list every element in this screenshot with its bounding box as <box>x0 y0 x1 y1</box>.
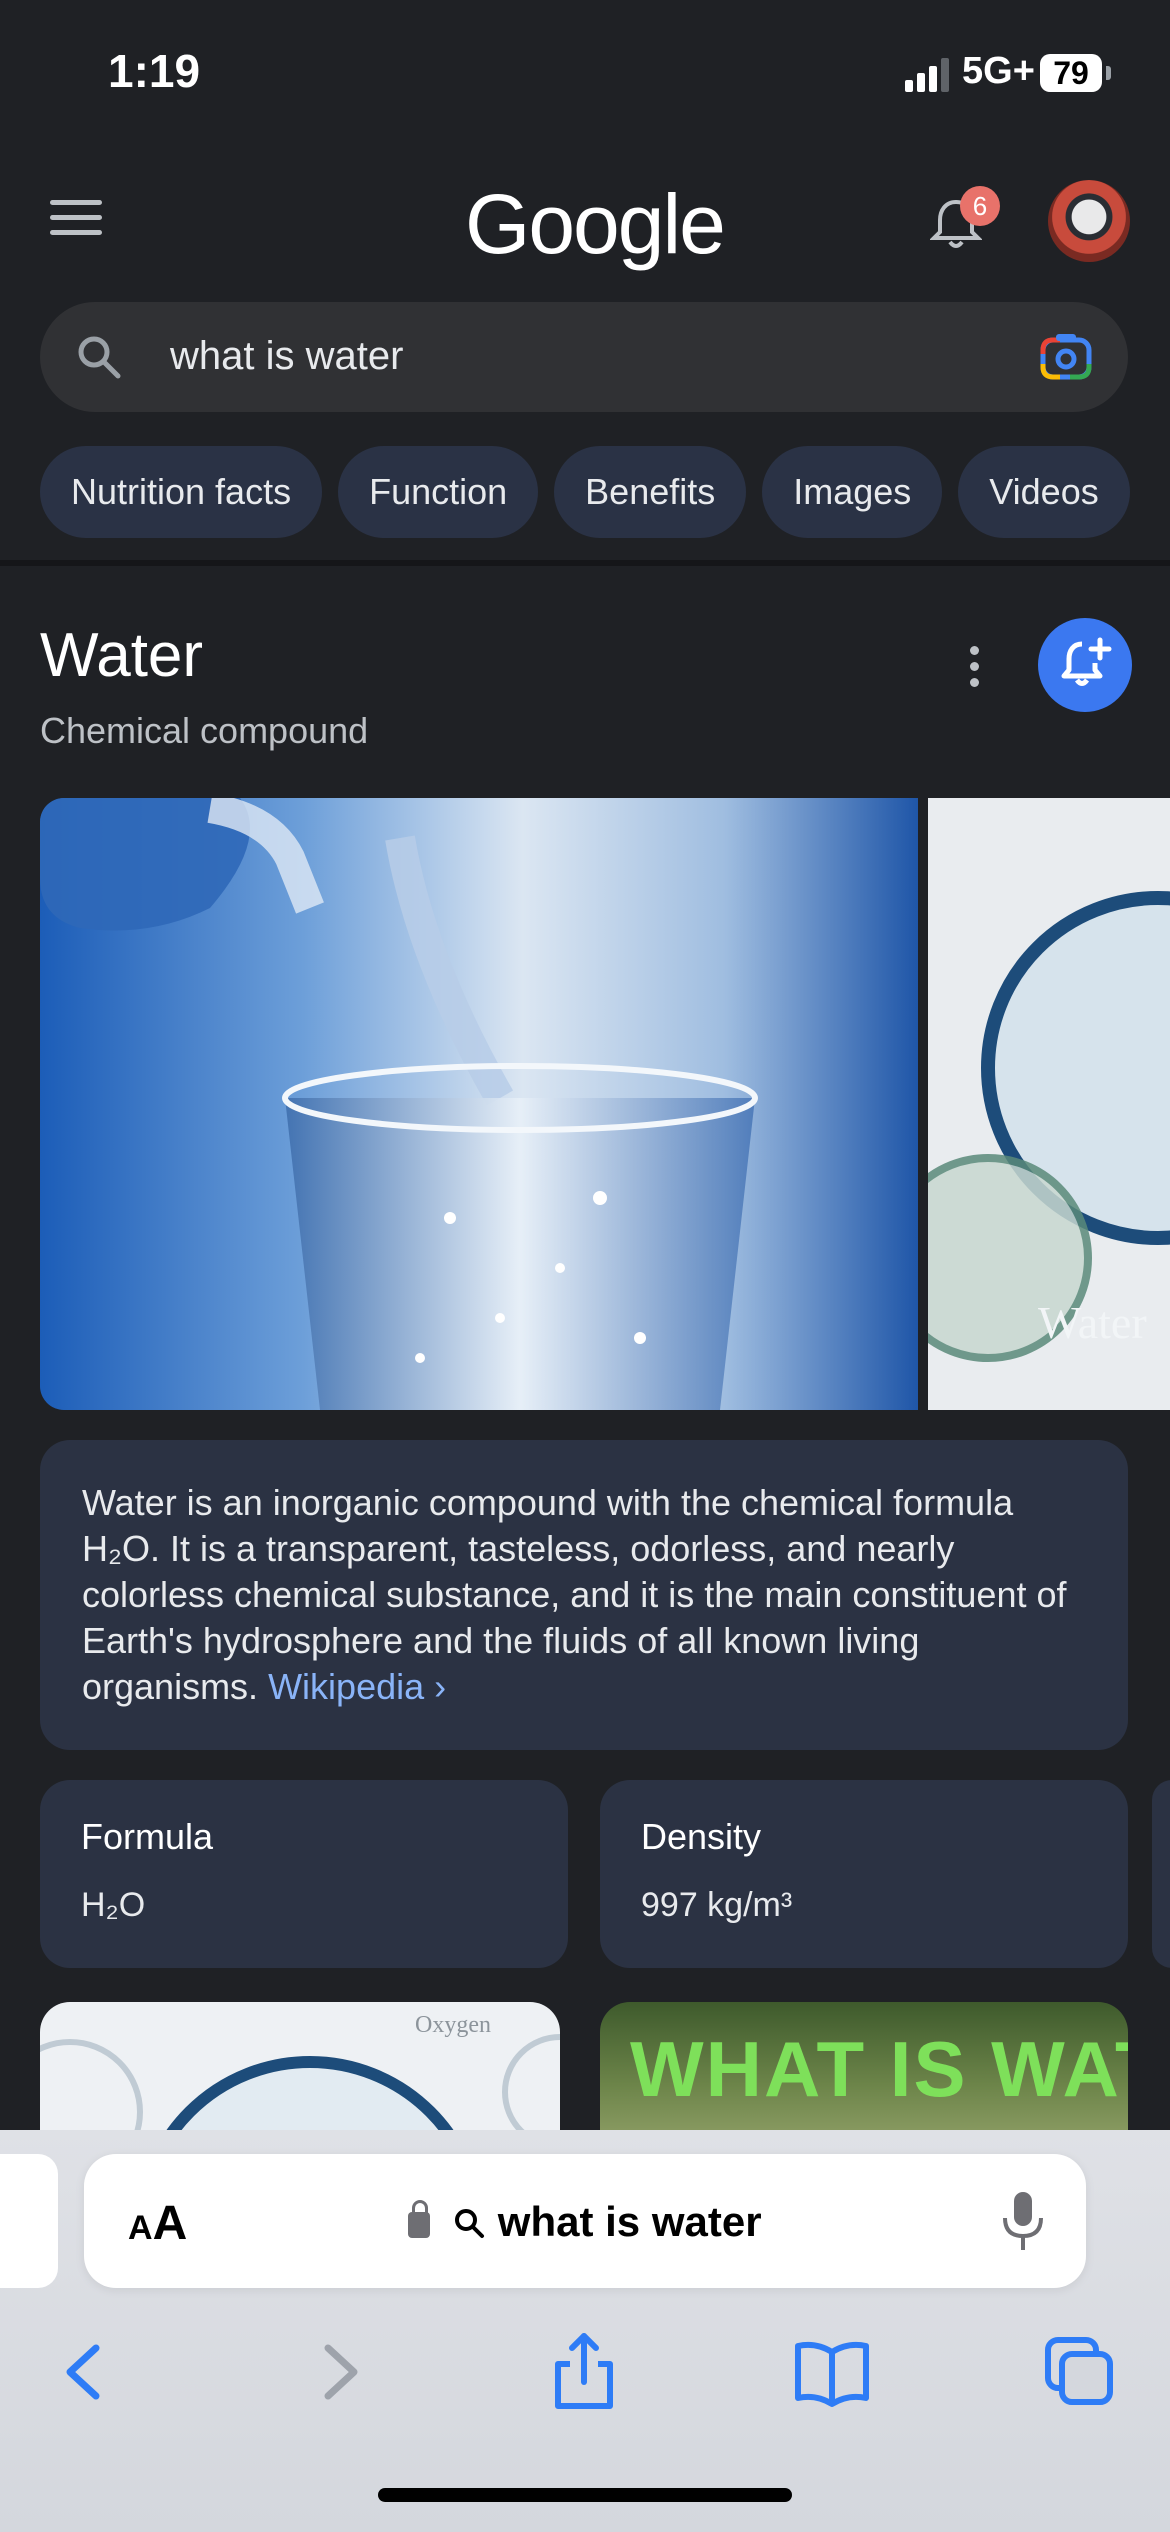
bell-plus-icon <box>1061 637 1112 686</box>
safari-toolbar <box>0 2314 1170 2424</box>
more-options-icon[interactable] <box>968 646 980 690</box>
chip-images[interactable]: Images <box>762 446 943 538</box>
side-image-caption: Water <box>1038 1297 1147 1348</box>
search-input[interactable]: what is water <box>170 334 403 379</box>
water-glass-image[interactable] <box>40 798 918 1410</box>
previous-tab-preview[interactable] <box>0 2154 58 2288</box>
search-bar[interactable]: what is water <box>40 302 1128 412</box>
fact-value: 997 kg/m³ <box>641 1886 793 1924</box>
address-text[interactable]: what is water <box>84 2198 1086 2246</box>
chip-benefits[interactable]: Benefits <box>554 446 747 538</box>
chip-videos[interactable]: Videos <box>958 446 1130 538</box>
fact-value: H₂O <box>81 1886 146 1924</box>
back-icon[interactable] <box>46 2332 126 2412</box>
fact-label: Density <box>641 1816 762 1857</box>
google-lens-icon[interactable] <box>1040 334 1092 380</box>
description-paragraph: Water is an inorganic compound with the … <box>82 1480 1086 1710</box>
entity-subtitle: Chemical compound <box>40 710 369 751</box>
chip-nutrition-facts[interactable]: Nutrition facts <box>40 446 323 538</box>
tabs-icon[interactable] <box>1040 2332 1120 2412</box>
share-icon[interactable] <box>544 2332 624 2412</box>
browser-bottom-bar: AA what is water <box>0 2130 1170 2532</box>
thumbnail-caption: Oxygen <box>415 2012 491 2038</box>
thumbnail-caption: WHAT IS WAT <box>630 2025 1128 2113</box>
section-divider <box>0 560 1170 566</box>
chip-function[interactable]: Function <box>338 446 539 538</box>
url-query: what is water <box>497 2198 762 2245</box>
battery-icon: 79 <box>1040 54 1102 92</box>
home-indicator[interactable] <box>378 2488 792 2502</box>
google-logo[interactable]: Google <box>465 176 726 273</box>
status-bar: 1:19 5G+ 79 <box>0 0 1170 140</box>
address-bar[interactable]: AA what is water <box>84 2154 1086 2288</box>
battery-tip <box>1106 66 1111 80</box>
fact-card-density[interactable]: Density 997 kg/m³ <box>600 1780 1128 1968</box>
clock: 1:19 <box>108 45 201 97</box>
description-text: Water is an inorganic compound with the … <box>82 1482 1067 1707</box>
search-icon <box>78 336 121 379</box>
follow-button[interactable] <box>1038 618 1132 712</box>
network-type: 5G+ <box>962 50 1035 92</box>
forward-icon[interactable] <box>298 2332 378 2412</box>
lock-icon <box>408 2200 431 2238</box>
entity-description-card: Water is an inorganic compound with the … <box>40 1440 1128 1750</box>
microphone-icon[interactable] <box>1000 2190 1046 2252</box>
bookmarks-icon[interactable] <box>792 2332 872 2412</box>
notification-badge: 6 <box>960 186 1000 226</box>
search-icon <box>455 2209 485 2238</box>
account-avatar[interactable] <box>1048 180 1130 262</box>
entity-title: Water <box>40 621 204 690</box>
fact-label: Formula <box>81 1816 214 1857</box>
cellular-signal-icon <box>905 58 949 92</box>
water-molecule-image[interactable]: Water <box>928 798 1170 1410</box>
fact-card-next[interactable] <box>1152 1780 1170 1968</box>
wikipedia-link[interactable]: Wikipedia › <box>268 1666 446 1707</box>
molecule-illustration: Water <box>928 891 1170 1362</box>
water-glass-illustration <box>40 798 758 1410</box>
menu-icon[interactable] <box>50 200 102 236</box>
fact-card-formula[interactable]: Formula H₂O <box>40 1780 568 1968</box>
filter-chips: Nutrition facts Function Benefits Images… <box>40 446 1130 538</box>
